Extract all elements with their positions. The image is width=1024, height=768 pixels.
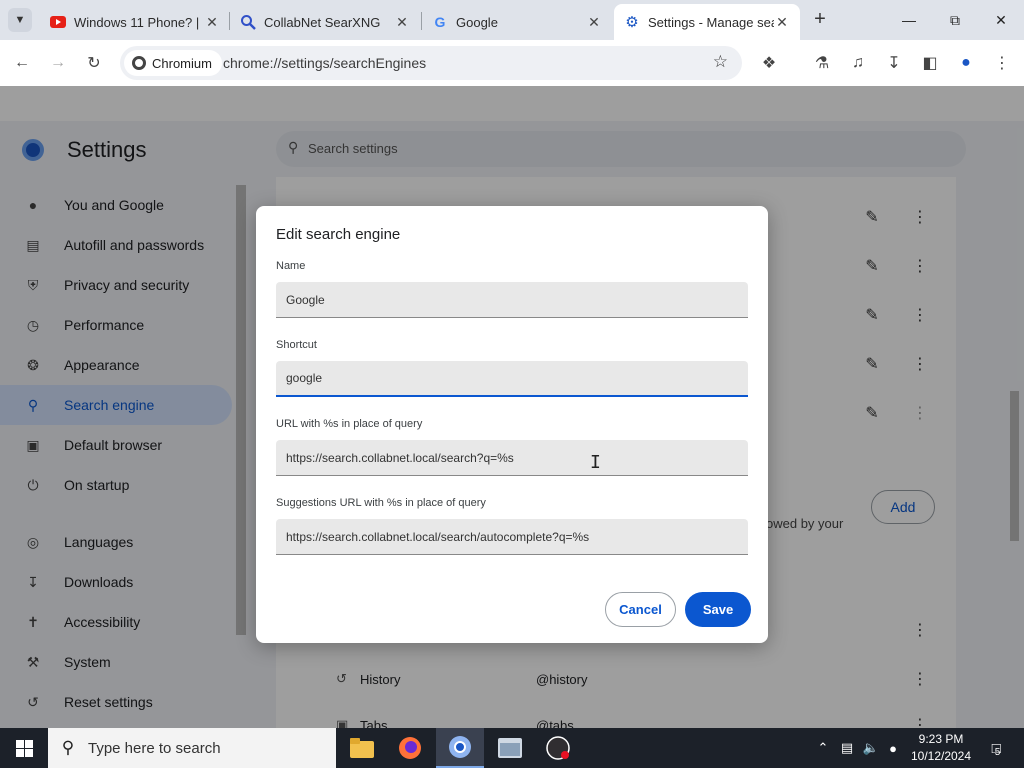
reload-icon: ↻ xyxy=(87,55,101,72)
media-queue-icon: ♫ xyxy=(852,54,864,71)
app-window-icon xyxy=(498,738,522,758)
taskbar: ⚲ Type here to search ⌃ ▤ 🔈 ● 9:23 PM 10… xyxy=(0,728,1024,768)
arrow-right-icon: → xyxy=(50,54,66,71)
url-text[interactable]: chrome://settings/searchEngines xyxy=(223,55,426,71)
site-chip[interactable]: Chromium xyxy=(124,50,222,76)
windows-logo-icon xyxy=(15,739,33,757)
tab-search-button[interactable]: ▼ xyxy=(8,8,32,32)
chromium-app[interactable] xyxy=(436,728,484,768)
obs-icon xyxy=(546,736,570,760)
close-window-button[interactable]: ✕ xyxy=(978,0,1024,40)
tab-title: Settings - Manage search engines xyxy=(648,14,774,30)
name-field[interactable] xyxy=(276,282,748,318)
close-icon[interactable]: ✕ xyxy=(774,14,790,31)
file-explorer-app[interactable] xyxy=(338,728,386,768)
app-window[interactable] xyxy=(486,728,534,768)
flask-icon: ⚗ xyxy=(814,55,830,72)
youtube-icon xyxy=(50,14,66,30)
tab-strip: ▼ Windows 11 Phone? | ✕ CollabNet SearXN… xyxy=(0,0,1024,40)
chip-label: Chromium xyxy=(152,55,212,71)
clock-time: 9:23 PM xyxy=(918,732,964,746)
search-icon xyxy=(240,14,256,30)
url-field[interactable] xyxy=(276,440,748,476)
forward-button[interactable]: → xyxy=(44,49,72,77)
avatar-icon: ● xyxy=(961,54,971,71)
search-icon: ⚲ xyxy=(61,738,75,757)
tab-title: CollabNet SearXNG xyxy=(264,14,381,30)
volume-icon[interactable]: 🔈 xyxy=(860,728,882,768)
tab-google[interactable]: G Google ✕ xyxy=(422,4,612,40)
tab-searxng[interactable]: CollabNet SearXNG ✕ xyxy=(230,4,420,40)
microphone-icon[interactable]: ● xyxy=(884,728,902,768)
tab-title: Google xyxy=(456,14,498,30)
kebab-menu-icon: ⋮ xyxy=(994,55,1010,72)
download-icon: ↧ xyxy=(887,55,901,72)
downloads-button[interactable]: ↧ xyxy=(880,49,908,77)
obs-app[interactable] xyxy=(534,728,582,768)
chromium-icon xyxy=(132,56,146,70)
extensions-button[interactable]: ❖ xyxy=(755,49,783,77)
folder-icon xyxy=(350,738,374,758)
clock-date: 10/12/2024 xyxy=(910,749,972,763)
suggestions-url-field[interactable] xyxy=(276,519,748,555)
bookmark-star-icon[interactable]: ☆ xyxy=(713,52,728,72)
show-hidden-icons[interactable]: ⌃ xyxy=(814,728,832,768)
restore-button[interactable]: ⧉ xyxy=(932,0,978,40)
cancel-button[interactable]: Cancel xyxy=(605,592,676,627)
close-icon[interactable]: ✕ xyxy=(204,14,220,31)
taskbar-search[interactable]: ⚲ Type here to search xyxy=(48,728,336,768)
url-label: URL with %s in place of query xyxy=(276,418,423,430)
menu-button[interactable]: ⋮ xyxy=(988,49,1016,77)
text-cursor-icon: I xyxy=(590,452,601,473)
reload-button[interactable]: ↻ xyxy=(80,49,108,77)
tab-title: Windows 11 Phone? | xyxy=(74,14,200,30)
firefox-app[interactable] xyxy=(386,728,434,768)
gear-icon: ⚙ xyxy=(625,14,639,31)
network-icon[interactable]: ▤ xyxy=(836,728,858,768)
media-button[interactable]: ♫ xyxy=(844,49,872,77)
new-tab-button[interactable]: + xyxy=(808,8,832,32)
close-icon[interactable]: ✕ xyxy=(394,14,410,31)
chevron-down-icon: ▼ xyxy=(14,14,26,26)
shortcut-field[interactable] xyxy=(276,361,748,397)
labs-button[interactable]: ⚗ xyxy=(808,49,836,77)
minimize-button[interactable]: — xyxy=(886,0,932,40)
shortcut-label: Shortcut xyxy=(276,339,317,351)
back-button[interactable]: ← xyxy=(8,49,36,77)
notification-center[interactable]: □ 5 xyxy=(980,728,1012,768)
address-bar[interactable]: Chromium chrome://settings/searchEngines… xyxy=(120,46,742,80)
chevron-up-icon: ⌃ xyxy=(817,740,829,755)
close-icon[interactable]: ✕ xyxy=(586,14,602,31)
tab-youtube[interactable]: Windows 11 Phone? | ✕ xyxy=(40,4,230,40)
dialog-title: Edit search engine xyxy=(276,226,401,243)
puzzle-icon: ❖ xyxy=(761,55,777,72)
notification-count: 5 xyxy=(994,746,1001,758)
chromium-icon xyxy=(449,736,471,758)
start-button[interactable] xyxy=(0,728,48,768)
side-panel-button[interactable]: ◧ xyxy=(916,49,944,77)
arrow-left-icon: ← xyxy=(14,54,30,71)
profile-button[interactable]: ● xyxy=(952,49,980,77)
save-button[interactable]: Save xyxy=(685,592,751,627)
firefox-icon xyxy=(399,737,421,759)
google-icon: G xyxy=(434,14,446,30)
suggestions-url-label: Suggestions URL with %s in place of quer… xyxy=(276,497,486,509)
tab-settings[interactable]: ⚙ Settings - Manage search engines ✕ xyxy=(614,4,800,40)
clock[interactable]: 9:23 PM 10/12/2024 xyxy=(902,731,980,765)
taskbar-search-placeholder: Type here to search xyxy=(88,739,221,757)
side-panel-icon: ◧ xyxy=(922,55,938,72)
name-label: Name xyxy=(276,260,306,272)
edit-search-engine-dialog: Edit search engine Name Shortcut URL wit… xyxy=(256,206,768,643)
